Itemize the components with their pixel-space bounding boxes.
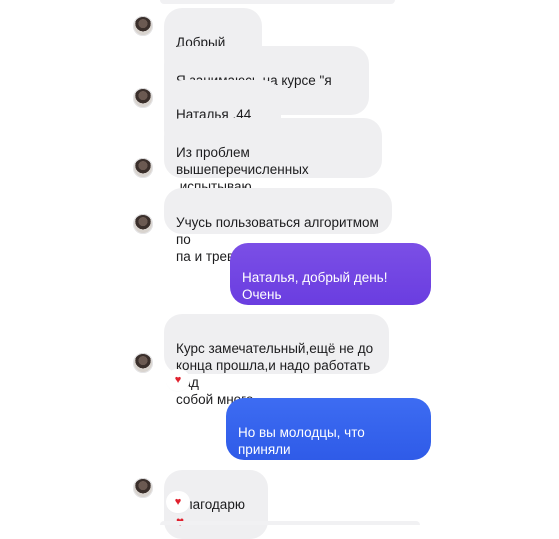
contact-avatar[interactable]	[133, 16, 153, 36]
message-bubble-incoming[interactable]: Курс замечательный,ещё не до конца прошл…	[164, 314, 389, 407]
message-bubble-incoming[interactable]: Учусь пользоваться алгоритмом по па и тр…	[164, 188, 392, 264]
next-message-edge	[160, 521, 420, 525]
contact-avatar[interactable]	[133, 88, 153, 108]
contact-avatar[interactable]	[133, 353, 153, 373]
message-bubble-incoming[interactable]: Из проблем вышеперечисленных ,испытываю …	[164, 118, 382, 211]
message-bubble-outgoing[interactable]: Но вы молодцы, что приняли решение начат…	[226, 398, 431, 508]
heart-icon[interactable]: ♥	[168, 493, 188, 511]
message-bubble-outgoing[interactable]: Наталья, добрый день! Очень хорошо! Каки…	[230, 243, 431, 353]
contact-avatar[interactable]	[133, 478, 153, 498]
heart-icon[interactable]: ♥	[168, 371, 188, 389]
contact-avatar[interactable]	[133, 214, 153, 234]
previous-message-edge	[160, 0, 395, 4]
contact-avatar[interactable]	[133, 158, 153, 178]
